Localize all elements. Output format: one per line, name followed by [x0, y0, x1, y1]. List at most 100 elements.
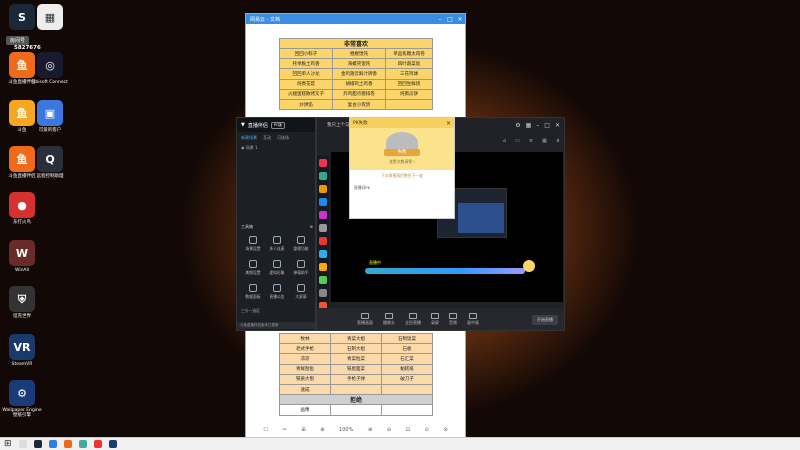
- dock-app-icon[interactable]: [319, 237, 327, 245]
- control-label: 录屏: [431, 319, 439, 325]
- stream-control-button[interactable]: 音频: [449, 312, 457, 326]
- minimize-icon[interactable]: –: [536, 122, 539, 129]
- helper-footer[interactable]: 三分一选区: [241, 308, 260, 314]
- desktop-icon-file[interactable]: ▦: [30, 4, 70, 32]
- app-icon: ▣: [37, 100, 63, 126]
- table-cell: 三花鸡球: [385, 68, 433, 80]
- tool-label: 虚拟形象: [269, 270, 285, 275]
- tool-item[interactable]: 美颜设置: [241, 260, 265, 276]
- tool-item[interactable]: 弹幕助手: [289, 260, 313, 276]
- table-cell: 复古小宾鸽: [332, 98, 387, 111]
- taskbar-app-icon[interactable]: [18, 440, 27, 448]
- desktop-icon[interactable]: ⚙ Wallpaper Engine 壁纸引擎: [2, 380, 42, 418]
- popup-small-text: 直播间PK: [354, 185, 371, 190]
- desktop-icon-label: 东打火鸟: [13, 220, 31, 225]
- tool-item[interactable]: 虚拟形象: [265, 260, 289, 276]
- toolbar-icon[interactable]: ⊕: [320, 427, 324, 433]
- toolbar-icon[interactable]: ⊡: [406, 427, 410, 433]
- dock-app-icon[interactable]: [319, 276, 327, 284]
- close-icon[interactable]: ×: [446, 120, 451, 127]
- stream-control-button[interactable]: 全民直播: [405, 312, 421, 326]
- toolbar-icon[interactable]: ✂: [282, 427, 286, 433]
- table-cell: 青鲜刮鱼: [279, 363, 331, 375]
- tool-item[interactable]: 场景设置: [241, 236, 265, 252]
- taskbar-app-icon[interactable]: [33, 440, 42, 448]
- close-icon[interactable]: ✕: [455, 16, 465, 23]
- helper-tabs: 新建场景 互动 可选场: [237, 132, 315, 144]
- stream-control-button[interactable]: 摄像头: [383, 312, 395, 326]
- desktop-icon[interactable]: VR SteamVR: [2, 334, 42, 367]
- taskbar-app-icon[interactable]: [48, 440, 57, 448]
- tool-item[interactable]: 整理功能: [289, 236, 313, 252]
- tab-optional[interactable]: 可选场: [277, 135, 289, 141]
- dock-app-icon[interactable]: [319, 198, 327, 206]
- toolbar-icon[interactable]: 100%: [339, 427, 353, 433]
- live-helper-window[interactable]: ▼ 直播伴侣 PC版 新建场景 互动 可选场 ◉ 场景 1 工具箱 ⊕ 场景设置…: [236, 117, 316, 331]
- dock-app-icon[interactable]: [319, 289, 327, 297]
- desktop-icon[interactable]: ▣ 可爱的客户: [30, 100, 70, 133]
- home-icon[interactable]: ⌂: [503, 138, 506, 144]
- settings-icon[interactable]: ⚙: [515, 122, 520, 129]
- stream-control-button[interactable]: 录屏: [431, 312, 439, 326]
- monitor-icon[interactable]: ▭: [515, 138, 520, 144]
- desktop-icon-label: 远程控制助理: [36, 174, 64, 179]
- desktop-icon-label: 坦克世界: [13, 314, 31, 319]
- toolbar-icon[interactable]: ⊕: [368, 427, 372, 433]
- maximize-icon[interactable]: □: [445, 16, 455, 23]
- dock-app-icon[interactable]: [319, 224, 327, 232]
- taskbar-app-icon[interactable]: [108, 440, 117, 448]
- tool-icon: [249, 284, 257, 292]
- list-icon[interactable]: ≡: [529, 138, 533, 144]
- taskbar-app-icon[interactable]: [93, 440, 102, 448]
- minimize-icon[interactable]: –: [435, 16, 445, 23]
- desktop-icon[interactable]: ◎ Ubisoft Connect: [30, 52, 70, 85]
- taskbar-app-icon[interactable]: [63, 440, 72, 448]
- tool-icon: [297, 260, 305, 268]
- scene-item[interactable]: ◉ 场景 1: [237, 144, 315, 152]
- control-icon: [385, 312, 393, 319]
- dock-app-icon[interactable]: [319, 211, 327, 219]
- desktop-icon[interactable]: W WinAll: [2, 240, 42, 273]
- start-icon[interactable]: ⊞: [4, 439, 12, 449]
- maximize-icon[interactable]: □: [544, 122, 550, 129]
- dock-app-icon[interactable]: [319, 263, 327, 271]
- tool-item[interactable]: 多人连麦: [265, 236, 289, 252]
- live-progress-bar: [365, 268, 525, 274]
- toolbar-icon[interactable]: ⊘: [443, 427, 447, 433]
- dock-app-icon[interactable]: [319, 172, 327, 180]
- tab-new-scene[interactable]: 新建场景: [241, 135, 257, 141]
- grid-icon[interactable]: ▦: [542, 138, 547, 144]
- toolbar-icon[interactable]: ⊖: [387, 427, 391, 433]
- stream-control-button[interactable]: 直播画面: [357, 312, 373, 326]
- toolbar-icon[interactable]: ☐: [263, 427, 267, 433]
- close-icon[interactable]: ✕: [555, 122, 560, 129]
- stream-tool-icons: ⌂ ▭ ≡ ▦ ⋔: [503, 138, 560, 144]
- control-label: 摄像头: [383, 319, 395, 325]
- table-cell: 老式手枪: [279, 343, 331, 355]
- table-row: 青鲜刮鱼 铁屋面菜 黏糕排: [279, 363, 433, 375]
- tool-item[interactable]: 大屏幕: [289, 284, 313, 300]
- tool-item[interactable]: 直播公告: [265, 284, 289, 300]
- items-table-bottom: 牧林 青菜大姐 石制饭菜 老式手枪 石制大姐 石板 凉凉 青菜粒菜 石汇菜 青鲜刮鱼 铁屋面菜 黏糕排…: [279, 332, 433, 416]
- dock-app-icon[interactable]: [319, 250, 327, 258]
- tab-interact[interactable]: 互动: [263, 135, 271, 141]
- tool-icon: [297, 236, 305, 244]
- tool-label: 直播公告: [269, 294, 285, 299]
- tool-item[interactable]: 数据面板: [241, 284, 265, 300]
- desktop-icon[interactable]: ● 东打火鸟: [2, 192, 42, 225]
- table-cell: 青菜大姐: [330, 332, 382, 345]
- toolbar-icon[interactable]: ⊞: [301, 427, 305, 433]
- taskbar-app-icon[interactable]: [78, 440, 87, 448]
- start-live-button[interactable]: 开始直播: [532, 315, 558, 325]
- grid-icon[interactable]: ▦: [526, 122, 532, 129]
- plus-icon[interactable]: ⊕: [310, 224, 313, 229]
- share-icon[interactable]: ⋔: [556, 138, 560, 144]
- stream-control-button[interactable]: 画中画: [467, 312, 479, 326]
- fail-badge: 失败: [384, 149, 420, 156]
- control-label: 直播画面: [357, 319, 373, 325]
- desktop-icon[interactable]: Q 远程控制助理: [30, 146, 70, 179]
- dock-app-icon[interactable]: [319, 159, 327, 167]
- desktop-icon[interactable]: ⛨ 坦克世界: [2, 286, 42, 319]
- toolbar-icon[interactable]: ⊙: [425, 427, 429, 433]
- dock-app-icon[interactable]: [319, 185, 327, 193]
